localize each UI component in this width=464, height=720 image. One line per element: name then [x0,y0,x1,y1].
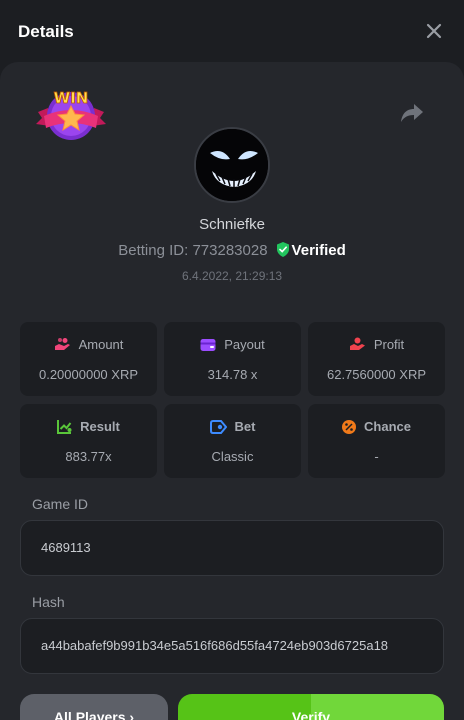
bet-date: 6.4.2022, 21:29:13 [181,269,283,283]
wallet-icon [200,339,216,351]
modal-title: Details [18,22,74,41]
hand-coins-icon [54,338,70,350]
stat-card-profit: Profit 62.7560000 XRP [308,322,445,396]
stat-value: 0.20000000 XRP [38,367,139,382]
betting-id-line: Betting ID: 773283028 Verified [0,242,464,259]
game-id-field[interactable]: 4689113 [20,520,444,576]
tag-icon [209,420,227,434]
stat-label: Profit [373,337,405,352]
game-id-label: Game ID [32,496,89,512]
stat-card-payout: Payout 314.78 x [164,322,301,396]
stat-card-bet: Bet Classic [164,404,301,478]
stat-value: 883.77x [65,449,112,464]
close-icon[interactable] [424,21,444,41]
betting-id-label: Betting ID: [118,242,189,259]
chart-up-icon [57,420,72,434]
verified-shield-icon [276,242,289,257]
stat-label: Result [80,419,120,434]
stat-label: Chance [364,419,411,434]
game-id-value: 4689113 [41,540,91,555]
hash-label: Hash [32,594,65,610]
svg-text:WIN: WIN [54,89,89,107]
avatar [194,127,270,203]
share-icon[interactable] [400,102,424,124]
win-badge-icon: WIN [36,89,106,140]
stat-value: - [374,449,379,464]
stat-label: Payout [224,337,265,352]
betting-id-value: 773283028 [192,242,268,259]
percent-icon [342,420,357,434]
stat-value: 314.78 x [207,367,258,382]
stat-value: Classic [211,449,254,464]
username: Schniefke [199,216,265,233]
stat-card-chance: Chance - [308,404,445,478]
hand-receive-icon [349,337,365,350]
verify-button[interactable]: Verify [178,694,444,720]
verified-label: Verified [291,242,346,259]
hash-value: a44babafef9b991b34e5a516f686d55fa4724eb9… [41,638,389,653]
modal-header: Details [0,0,464,62]
stat-card-result: Result 883.77x [20,404,157,478]
stat-label: Amount [78,337,124,352]
hash-field[interactable]: a44babafef9b991b34e5a516f686d55fa4724eb9… [20,618,444,674]
all-players-button[interactable]: All Players › [20,694,168,720]
stat-value: 62.7560000 XRP [326,367,427,382]
stat-label: Bet [234,419,256,434]
stat-card-amount: Amount 0.20000000 XRP [20,322,157,396]
